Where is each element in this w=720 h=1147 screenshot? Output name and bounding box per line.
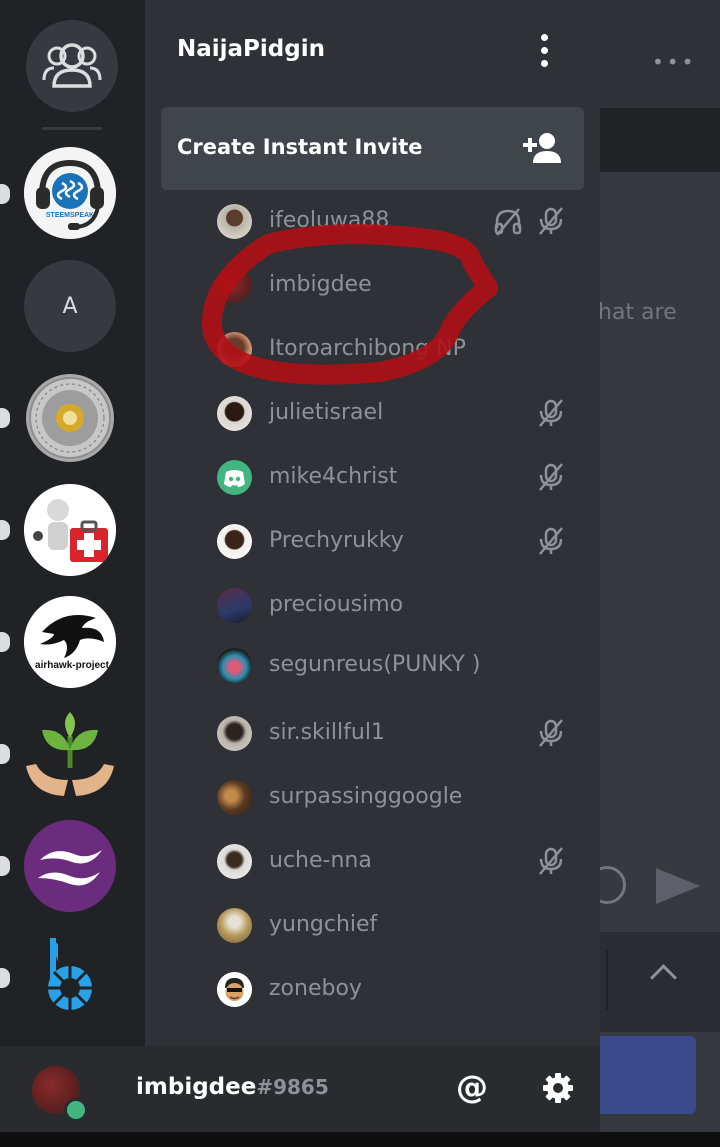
member-name: imbigdee	[269, 272, 372, 297]
muted-mic-icon	[539, 399, 563, 427]
server-title: NaijaPidgin	[177, 36, 325, 62]
medical-logo	[24, 484, 116, 576]
chat-action-button[interactable]	[600, 1036, 696, 1114]
server-airhawk-project[interactable]: airhawk-project	[24, 596, 116, 688]
purple-wave-logo	[24, 820, 116, 912]
member-name: uche-nna	[269, 848, 372, 873]
avatar	[217, 396, 252, 431]
unread-indicator	[0, 520, 10, 540]
discord-default-avatar-icon	[224, 470, 245, 487]
avatar	[217, 972, 252, 1007]
chat-message-fragment: hat are	[598, 300, 677, 325]
muted-mic-icon	[539, 719, 563, 747]
avatar	[217, 268, 252, 303]
chat-channel-band	[600, 108, 720, 172]
muted-mic-icon	[539, 847, 563, 875]
member-row[interactable]: preciousimo	[215, 582, 585, 630]
steemspeak-logo: STEEMSPEAK	[24, 147, 116, 239]
avatar	[217, 908, 252, 943]
unread-indicator	[0, 408, 10, 428]
member-row[interactable]: Prechyrukky	[215, 518, 585, 566]
member-row[interactable]: imbigdee	[215, 262, 585, 310]
server-initial: A	[62, 293, 78, 319]
avatar	[217, 780, 252, 815]
member-row[interactable]: segunreus(PUNKY )	[215, 642, 585, 690]
unread-indicator	[0, 632, 10, 652]
muted-mic-icon	[539, 527, 563, 555]
bittube-logo	[48, 938, 92, 1010]
invite-label: Create Instant Invite	[177, 135, 423, 159]
member-row[interactable]: julietisrael	[215, 390, 585, 438]
unread-indicator	[0, 744, 10, 764]
avatar	[217, 588, 252, 623]
server-purple-wave[interactable]	[24, 820, 116, 912]
cartoon-avatar-icon	[217, 972, 252, 1007]
server-medical[interactable]	[24, 484, 116, 576]
member-name: Prechyrukky	[269, 528, 404, 553]
online-status-indicator	[64, 1098, 88, 1122]
member-row[interactable]: ifeoluwa88	[215, 198, 585, 246]
create-instant-invite-button[interactable]: Create Instant Invite	[161, 107, 584, 190]
send-icon[interactable]	[656, 868, 700, 904]
member-row[interactable]: mike4christ	[215, 454, 585, 502]
avatar	[217, 332, 252, 367]
member-row[interactable]: zoneboy	[215, 966, 585, 1014]
steemspeak-label: STEEMSPEAK	[46, 212, 94, 219]
avatar	[217, 648, 252, 683]
member-name: ifeoluwa88	[269, 208, 390, 233]
member-name: julietisrael	[269, 400, 384, 425]
mentions-icon[interactable]: @	[456, 1068, 488, 1106]
friends-icon	[42, 43, 102, 88]
avatar	[217, 204, 252, 239]
avatar	[217, 844, 252, 879]
member-row[interactable]: uche-nna	[215, 838, 585, 886]
server-rail: STEEMSPEAK A airhawk-project	[0, 0, 145, 1147]
member-panel: NaijaPidgin Create Instant Invite ifeolu…	[145, 0, 600, 1046]
user-name: imbigdee#9865	[136, 1074, 329, 1100]
member-name: Itoroarchibong NP	[269, 336, 466, 361]
chat-more-icon[interactable]: •••	[652, 50, 696, 74]
member-row[interactable]: surpassinggoogle	[215, 774, 585, 822]
member-name: preciousimo	[269, 592, 404, 617]
airhawk-logo: airhawk-project	[24, 596, 116, 688]
member-row[interactable]: sir.skillful1	[215, 710, 585, 758]
member-name: yungchief	[269, 912, 378, 937]
rail-separator	[42, 127, 102, 130]
system-bar	[0, 1132, 720, 1147]
friends-home-button[interactable]	[26, 20, 118, 112]
avatar	[217, 716, 252, 751]
more-options-icon[interactable]	[535, 34, 555, 70]
plant-hands-logo	[26, 712, 114, 796]
divider	[606, 950, 608, 1010]
unread-indicator	[0, 184, 10, 204]
member-name: sir.skillful1	[269, 720, 385, 745]
member-name: mike4christ	[269, 464, 398, 489]
user-bar: imbigdee#9865 @	[0, 1046, 600, 1132]
server-A[interactable]: A	[24, 260, 116, 352]
member-name: segunreus(PUNKY )	[269, 652, 481, 677]
deafened-icon	[494, 208, 522, 236]
server-coin[interactable]	[24, 372, 116, 464]
muted-mic-icon	[539, 207, 563, 235]
server-bittube[interactable]	[24, 932, 116, 1024]
add-user-icon	[523, 133, 561, 163]
airhawk-label: airhawk-project	[35, 660, 110, 671]
avatar	[217, 460, 252, 495]
member-name: zoneboy	[269, 976, 362, 1001]
muted-mic-icon	[539, 463, 563, 491]
username: imbigdee	[136, 1074, 257, 1100]
server-steemspeak[interactable]: STEEMSPEAK	[24, 147, 116, 239]
unread-indicator	[0, 968, 10, 988]
avatar	[217, 524, 252, 559]
member-name: surpassinggoogle	[269, 784, 463, 809]
settings-gear-icon[interactable]	[542, 1072, 574, 1104]
member-row[interactable]: Itoroarchibong NP	[215, 326, 585, 374]
user-discriminator: #9865	[256, 1075, 329, 1099]
server-plant-hands[interactable]	[24, 708, 116, 800]
unread-indicator	[0, 856, 10, 876]
member-row[interactable]: yungchief	[215, 902, 585, 950]
coin-logo	[26, 374, 114, 462]
